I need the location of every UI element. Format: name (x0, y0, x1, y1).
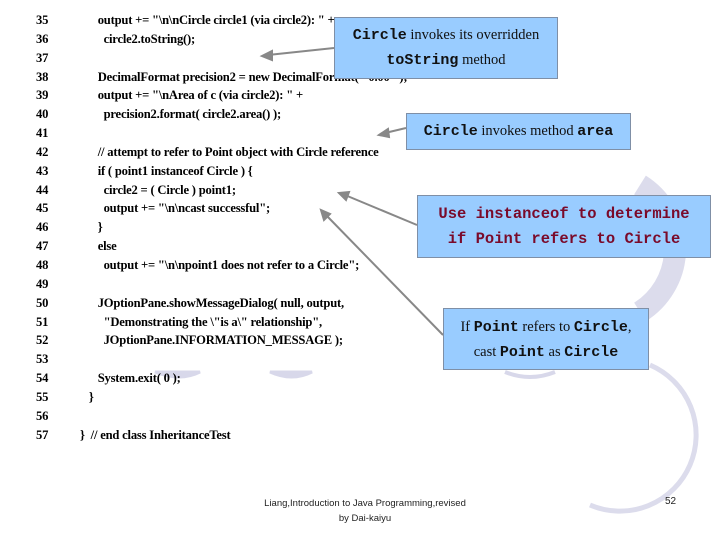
callout-code: Circle (352, 27, 407, 44)
line-number: 37 (36, 50, 49, 65)
line-number: 51 (36, 314, 49, 329)
callout-instanceof: Use instanceof to determine if Point ref… (417, 195, 711, 258)
line-number: 54 (36, 371, 49, 386)
line-number: 42 (36, 144, 49, 159)
line-number: 49 (36, 276, 49, 291)
line-number: 44 (36, 182, 49, 197)
callout-text: invokes its overridden (406, 27, 540, 43)
code-text: circle2 = ( Circle ) point1; (80, 182, 236, 197)
code-text: // attempt to refer to Point object with… (80, 144, 379, 159)
code-line: 39 output += "\nArea of c (via circle2):… (36, 86, 407, 105)
code-text: if ( point1 instanceof Circle ) { (80, 163, 253, 178)
decor-swoosh-3 (504, 370, 556, 379)
code-text: JOptionPane.INFORMATION_MESSAGE ); (80, 333, 343, 348)
callout-area: Circle invokes method area (406, 113, 631, 150)
code-text: output += "\n\nCircle circle1 (via circl… (80, 13, 335, 27)
code-line: 56 (36, 407, 407, 426)
line-number: 47 (36, 239, 49, 254)
line-number: 39 (36, 88, 49, 103)
page-number: 52 (665, 496, 677, 507)
callout-line: Use instanceof to determine (438, 205, 690, 223)
code-text: "Demonstrating the \"is a\" relationship… (80, 314, 323, 329)
line-number: 46 (36, 220, 49, 235)
code-line: 52 JOptionPane.INFORMATION_MESSAGE ); (36, 331, 407, 350)
line-number: 48 (36, 257, 49, 272)
callout-text: method (458, 52, 506, 68)
decor-arc-right-lower (589, 362, 699, 514)
code-line: 57 } // end class InheritanceTest (36, 426, 407, 445)
callout-code: area (577, 123, 614, 140)
code-line: 42 // attempt to refer to Point object w… (36, 143, 407, 162)
code-line: 53 (36, 350, 407, 369)
callout-line: if Point refers to Circle (447, 230, 681, 248)
code-text: precision2.format( circle2.area() ); (80, 107, 282, 122)
code-text: } (80, 389, 94, 404)
code-line: 44 circle2 = ( Circle ) point1; (36, 181, 407, 200)
callout-text: refers to (518, 319, 574, 335)
line-number: 38 (36, 69, 49, 84)
callout-text: as (544, 344, 565, 360)
code-line: 50 JOptionPane.showMessageDialog( null, … (36, 294, 407, 313)
slide-footer: Liang,Introduction to Java Programming,r… (230, 496, 500, 526)
line-number: 36 (36, 31, 49, 46)
line-number: 40 (36, 107, 49, 122)
code-text: circle2.toString(); (80, 31, 196, 46)
code-text: else (80, 239, 117, 254)
line-number: 50 (36, 295, 49, 310)
callout-text: invokes method (477, 123, 578, 139)
callout-cast: If Point refers to Circle, cast Point as… (443, 308, 649, 370)
line-number: 56 (36, 408, 49, 423)
callout-code: Circle (573, 319, 628, 336)
callout-code: Point (499, 344, 545, 361)
code-text: JOptionPane.showMessageDialog( null, out… (80, 295, 344, 310)
code-line: 49 (36, 275, 407, 294)
code-line: 46 } (36, 218, 407, 237)
callout-code: Point (473, 319, 519, 336)
callout-code: Circle (423, 123, 478, 140)
code-line: 41 (36, 124, 407, 143)
code-text: } (80, 220, 103, 235)
callout-tostring: Circle invokes its overridden toString m… (334, 17, 558, 79)
code-line: 40 precision2.format( circle2.area() ); (36, 105, 407, 124)
code-line: 43 if ( point1 instanceof Circle ) { (36, 162, 407, 181)
code-text: } // end class InheritanceTest (80, 427, 231, 442)
callout-text: cast (473, 344, 500, 360)
code-text: output += "\n\ncast successful"; (80, 201, 271, 216)
code-line: 48 output += "\n\npoint1 does not refer … (36, 256, 407, 275)
line-number: 35 (36, 13, 49, 27)
line-number: 57 (36, 427, 49, 442)
code-line: 54 System.exit( 0 ); (36, 369, 407, 388)
line-number: 45 (36, 201, 49, 216)
callout-code: toString (386, 52, 459, 69)
code-line: 51 "Demonstrating the \"is a\" relations… (36, 313, 407, 332)
line-number: 41 (36, 126, 49, 141)
code-line: 55 } (36, 388, 407, 407)
footer-line-2: by Dai-kaiyu (338, 513, 392, 524)
line-number: 43 (36, 163, 49, 178)
callout-text: If (460, 319, 474, 335)
code-line: 45 output += "\n\ncast successful"; (36, 199, 407, 218)
code-text: output += "\n\npoint1 does not refer to … (80, 257, 360, 272)
line-number: 55 (36, 389, 49, 404)
callout-text: , (627, 319, 632, 335)
line-number: 53 (36, 352, 49, 367)
code-line: 47 else (36, 237, 407, 256)
line-number: 52 (36, 333, 49, 348)
code-text: output += "\nArea of c (via circle2): " … (80, 88, 303, 103)
callout-code: Circle (564, 344, 619, 361)
footer-line-1: Liang,Introduction to Java Programming,r… (264, 498, 466, 509)
code-text: System.exit( 0 ); (80, 371, 181, 386)
